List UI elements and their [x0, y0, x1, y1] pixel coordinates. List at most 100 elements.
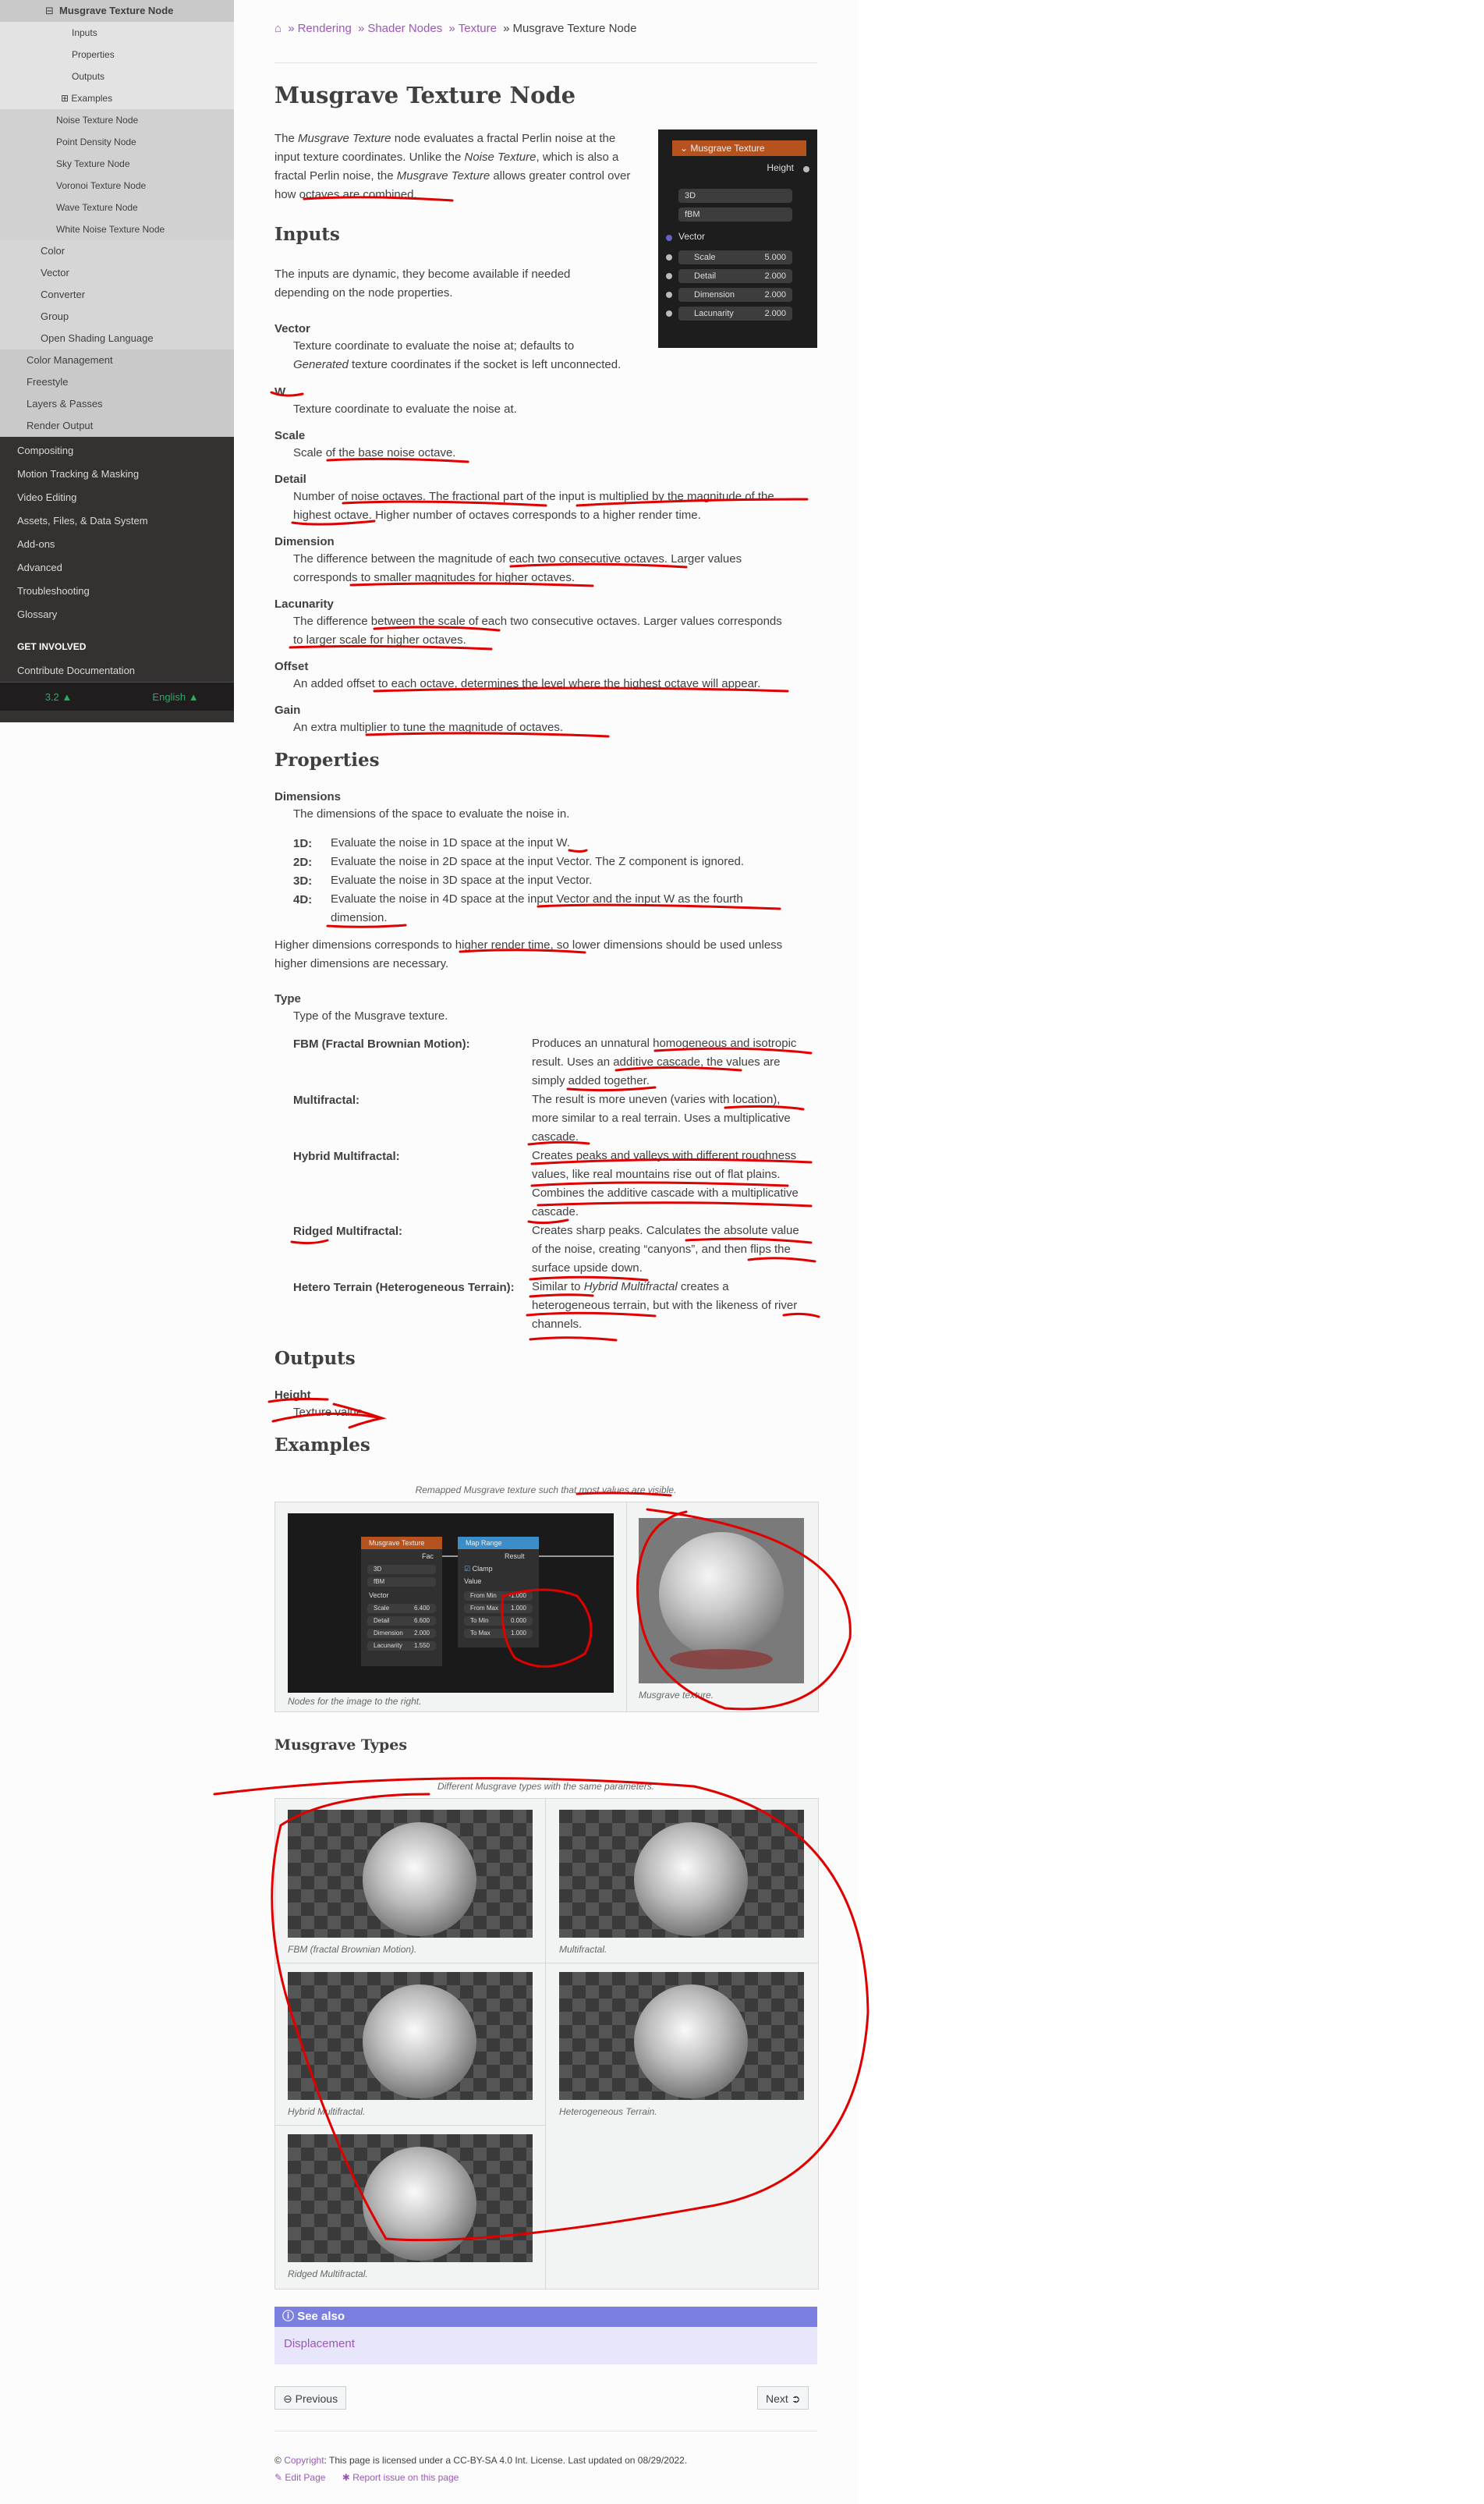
copyright-link[interactable]: Copyright	[284, 2455, 324, 2466]
type-fbm-term: FBM (Fractal Brownian Motion):	[293, 1037, 470, 1051]
caret-up-icon: ▲	[62, 690, 73, 703]
type-fbm-render	[288, 1810, 533, 1938]
type-multifractal-caption: Multifractal.	[559, 1944, 607, 1955]
sidebar-item-compositing[interactable]: Compositing	[0, 440, 234, 462]
type-multifractal-term: Multifractal:	[293, 1094, 360, 1107]
sidebar-item-voronoi-texture[interactable]: Voronoi Texture Node	[0, 175, 234, 197]
sidebar-item-freestyle[interactable]: Freestyle	[0, 371, 234, 393]
sidebar-item-video-editing[interactable]: Video Editing	[0, 487, 234, 509]
sidebar-item-group[interactable]: Group	[0, 306, 234, 328]
dim-4d-text: Evaluate the noise in 4D space at the in…	[331, 892, 743, 924]
sidebar-item-assets[interactable]: Assets, Files, & Data System	[0, 510, 234, 532]
language-selector[interactable]: English ▲	[117, 691, 234, 703]
sidebar-item-color-management[interactable]: Color Management	[0, 349, 234, 371]
sidebar-item-noise-texture[interactable]: Noise Texture Node	[0, 109, 234, 131]
examples-figure: Musgrave Texture Fac 3D fBM Vector Scale…	[274, 1502, 819, 1712]
divider	[274, 62, 817, 63]
sidebar-item-osl[interactable]: Open Shading Language	[0, 328, 234, 349]
sidebar-item-addons[interactable]: Add-ons	[0, 534, 234, 555]
sidebar-item-layers-passes[interactable]: Layers & Passes	[0, 393, 234, 415]
node-type-select: fBM	[678, 207, 792, 222]
vector-socket	[666, 235, 672, 241]
expand-icon[interactable]: ⊞	[61, 93, 69, 104]
musgrave-types-heading: Musgrave Types	[274, 1736, 408, 1754]
type-hetero-def: Similar to Hybrid Multifractal creates a…	[532, 1280, 798, 1331]
arrow-right-circle-icon: ➲	[791, 2392, 801, 2405]
collapse-icon[interactable]: ⊟	[45, 0, 54, 22]
version-selector[interactable]: 3.2 ▲	[0, 691, 117, 703]
previous-button[interactable]: ⊖ Previous	[274, 2386, 347, 2410]
sidebar-item-examples[interactable]: ⊞ Examples	[0, 87, 234, 109]
sidebar-item-inputs[interactable]: Inputs	[0, 22, 234, 44]
input-detail-term: Detail	[274, 473, 306, 486]
input-offset-def: An added offset to each octave, determin…	[293, 677, 761, 690]
sidebar-item-motion-tracking[interactable]: Motion Tracking & Masking	[0, 463, 234, 485]
node2-value: Value	[464, 1577, 482, 1585]
home-icon[interactable]: ⌂	[274, 22, 282, 35]
type-hybrid-def: Creates peaks and valleys with different…	[532, 1149, 799, 1218]
node1-dim: 3D	[367, 1565, 436, 1574]
breadcrumb-shader-nodes[interactable]: Shader Nodes	[367, 22, 442, 35]
input-w-def: Texture coordinate to evaluate the noise…	[293, 403, 517, 416]
breadcrumb-texture[interactable]: Texture	[459, 22, 497, 35]
render-sphere	[634, 1984, 748, 2098]
musgrave-render-image	[639, 1518, 804, 1683]
info-icon: ⓘ	[282, 2310, 295, 2323]
sidebar-item-advanced[interactable]: Advanced	[0, 557, 234, 579]
sidebar-item-glossary[interactable]: Glossary	[0, 604, 234, 626]
caret-up-icon: ▲	[188, 690, 199, 703]
sidebar-item-outputs[interactable]: Outputs	[0, 66, 234, 87]
sidebar-item-contribute[interactable]: Contribute Documentation	[0, 660, 234, 682]
sidebar-item-wave-texture[interactable]: Wave Texture Node	[0, 197, 234, 218]
input-offset-term: Offset	[274, 660, 309, 673]
edit-page-link[interactable]: ✎ Edit Page	[274, 2472, 325, 2483]
input-scale-def: Scale of the base noise octave.	[293, 446, 456, 459]
breadcrumb-rendering[interactable]: Rendering	[298, 22, 352, 35]
checkbox-checked-icon: ☑	[464, 1565, 471, 1573]
sidebar-item-sky-texture[interactable]: Sky Texture Node	[0, 153, 234, 175]
breadcrumb-current: Musgrave Texture Node	[512, 22, 637, 35]
edit-icon: ✎	[274, 2472, 283, 2483]
node1-output: Fac	[422, 1552, 434, 1560]
input-lacunarity-term: Lacunarity	[274, 598, 334, 611]
node2-from-min: From Min -1.000	[464, 1591, 533, 1601]
sidebar-item-converter[interactable]: Converter	[0, 284, 234, 306]
type-ridged-caption: Ridged Multifractal.	[288, 2268, 368, 2279]
node-dimension-select: 3D	[678, 189, 792, 203]
input-socket	[666, 254, 672, 261]
sidebar-item-properties[interactable]: Properties	[0, 44, 234, 66]
prop-dimensions-term: Dimensions	[274, 790, 342, 803]
output-height-def: Texture value.	[293, 1406, 367, 1419]
map-range-node-header: Map Range	[458, 1537, 539, 1549]
input-scale-term: Scale	[274, 429, 306, 442]
output-socket	[803, 166, 809, 172]
dim-4d-label: 4D:	[293, 893, 313, 906]
type-ridged-render	[288, 2134, 533, 2262]
type-multifractal-def: The result is more uneven (varies with l…	[532, 1093, 791, 1144]
node-field-detail: Detail 2.000	[678, 269, 792, 283]
node-field-dimension: Dimension 2.000	[678, 288, 792, 302]
sidebar-item-render-output[interactable]: Render Output	[0, 415, 234, 437]
sidebar-item-troubleshooting[interactable]: Troubleshooting	[0, 580, 234, 602]
node-field-lacunarity: Lacunarity 2.000	[678, 307, 792, 321]
render-sphere	[363, 2147, 476, 2261]
input-gain-def: An extra multiplier to tune the magnitud…	[293, 721, 564, 734]
sidebar-item-point-density[interactable]: Point Density Node	[0, 131, 234, 153]
report-issue-link[interactable]: ✱ Report issue on this page	[342, 2472, 459, 2483]
figure-divider	[275, 2125, 545, 2126]
sidebar-item-current[interactable]: ⊟ Musgrave Texture Node	[0, 0, 234, 22]
sidebar-item-white-noise[interactable]: White Noise Texture Node	[0, 218, 234, 240]
type-hetero-caption: Heterogeneous Terrain.	[559, 2106, 657, 2117]
outputs-heading: Outputs	[274, 1348, 356, 1369]
page-title: Musgrave Texture Node	[274, 82, 576, 108]
displacement-link[interactable]: Displacement	[274, 2327, 817, 2361]
sidebar-item-vector[interactable]: Vector	[0, 262, 234, 284]
node1-dimension: Dimension 2.000	[367, 1629, 436, 1638]
input-gain-term: Gain	[274, 704, 301, 717]
dim-2d-text: Evaluate the noise in 2D space at the in…	[331, 855, 745, 868]
node-input-vector: Vector	[678, 231, 706, 242]
next-button[interactable]: Next ➲	[757, 2386, 809, 2410]
sidebar: ⊟ Musgrave Texture Node Inputs Propertie…	[0, 0, 234, 722]
sidebar-item-color[interactable]: Color	[0, 240, 234, 262]
inputs-intro: The inputs are dynamic, they become avai…	[274, 268, 571, 300]
